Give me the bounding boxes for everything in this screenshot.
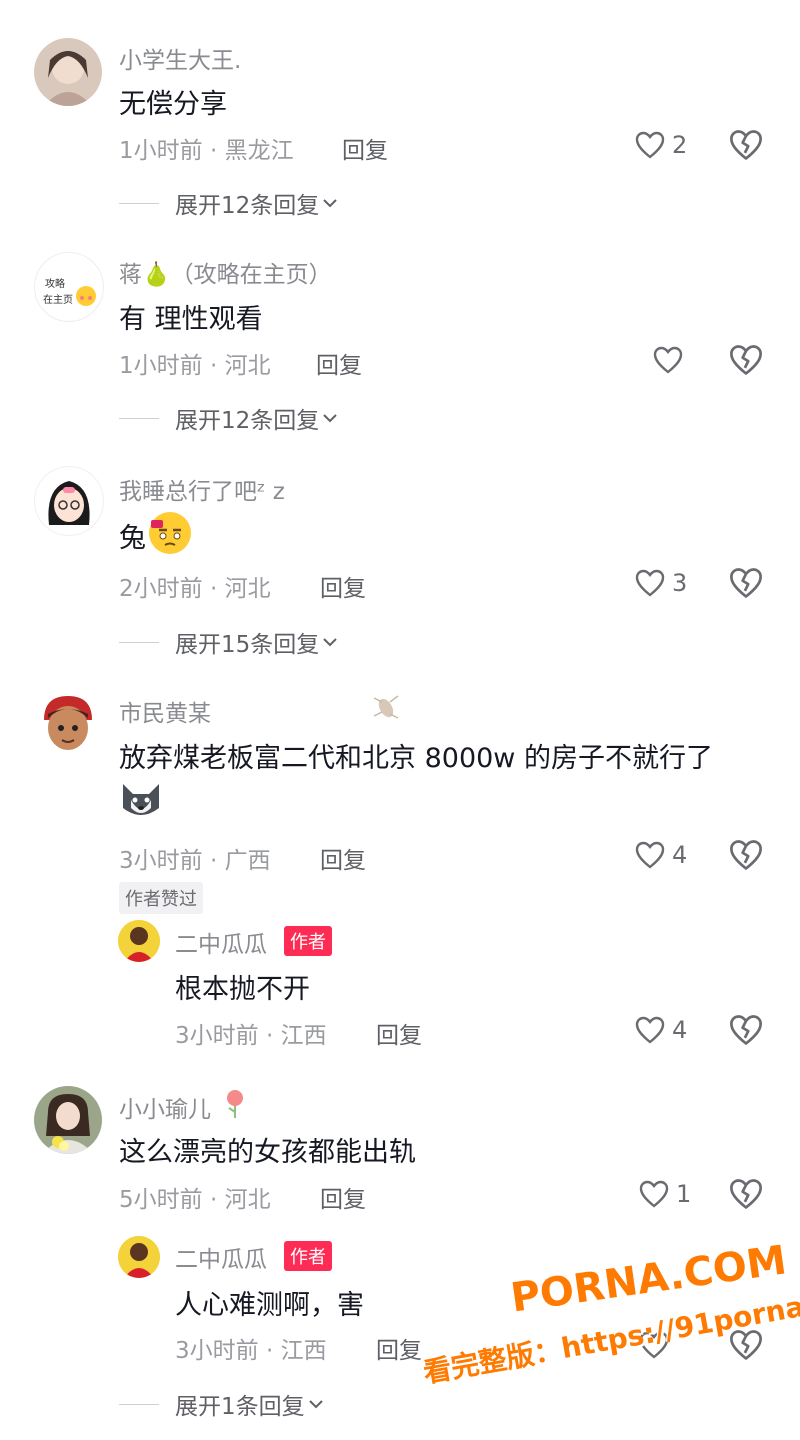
divider bbox=[119, 1403, 159, 1405]
expand-replies[interactable]: 展开12条回复 bbox=[119, 186, 341, 220]
like-button[interactable]: 4 bbox=[634, 837, 687, 873]
expand-replies-label: 展开12条回复 bbox=[175, 408, 320, 434]
like-count: 4 bbox=[672, 1016, 688, 1044]
comment-text: 有 理性观看 bbox=[119, 304, 263, 335]
comment-text: 兔 bbox=[119, 523, 146, 554]
reply-button[interactable]: 回复 bbox=[320, 841, 366, 875]
heart-icon bbox=[639, 1180, 669, 1208]
expand-replies[interactable]: 展开15条回复 bbox=[119, 625, 341, 659]
divider bbox=[119, 202, 159, 204]
chevron-down-icon bbox=[308, 1400, 323, 1409]
divider bbox=[119, 417, 159, 419]
broken-heart-icon[interactable] bbox=[728, 342, 764, 378]
heart-icon bbox=[653, 346, 683, 374]
like-count: 4 bbox=[672, 841, 688, 869]
comment-meta: 1小时前 · 河北 bbox=[119, 353, 271, 379]
comment-meta: 3小时前 · 广西 bbox=[119, 848, 271, 874]
avatar[interactable] bbox=[118, 1236, 160, 1278]
like-button[interactable]: 1 bbox=[638, 1176, 691, 1212]
reply-button[interactable]: 回复 bbox=[320, 569, 366, 603]
rose-icon bbox=[227, 1090, 243, 1118]
reply-text: 人心难测啊，害 bbox=[175, 1290, 364, 1321]
heart-icon bbox=[635, 569, 665, 597]
like-count: 2 bbox=[672, 131, 688, 159]
expand-replies-label: 展开1条回复 bbox=[175, 1394, 305, 1420]
expand-replies[interactable]: 展开12条回复 bbox=[119, 401, 341, 435]
author-badge: 作者 bbox=[284, 1241, 332, 1271]
like-count: 3 bbox=[672, 569, 688, 597]
comment-text: 放弃煤老板富二代和北京 8000w 的房子不就行了 bbox=[119, 743, 713, 774]
heart-icon bbox=[635, 131, 665, 159]
reply-username[interactable]: 二中瓜瓜 bbox=[175, 925, 267, 959]
comment-text: 无偿分享 bbox=[119, 89, 227, 120]
chevron-down-icon bbox=[323, 414, 337, 423]
chevron-down-icon bbox=[323, 638, 337, 647]
comment-username[interactable]: 市民黄某 bbox=[119, 694, 211, 728]
expand-replies-label: 展开15条回复 bbox=[175, 632, 320, 658]
like-count: 1 bbox=[676, 1180, 692, 1208]
broken-heart-icon[interactable] bbox=[728, 565, 764, 601]
avatar[interactable] bbox=[34, 1086, 102, 1154]
comment-text: 这么漂亮的女孩都能出轨 bbox=[119, 1137, 416, 1168]
avatar-text: 在主页 bbox=[43, 295, 73, 306]
reply-meta: 3小时前 · 江西 bbox=[175, 1023, 327, 1049]
avatar[interactable] bbox=[118, 920, 160, 962]
reply-button[interactable]: 回复 bbox=[376, 1016, 422, 1050]
broken-heart-icon[interactable] bbox=[728, 837, 764, 873]
expand-replies[interactable]: 展开1条回复 bbox=[119, 1387, 327, 1421]
like-button[interactable]: 3 bbox=[634, 565, 687, 601]
comment-meta: 2小时前 · 河北 bbox=[119, 576, 271, 602]
chevron-down-icon bbox=[323, 199, 337, 208]
avatar-text: 攻略 bbox=[45, 279, 65, 290]
heart-icon bbox=[635, 841, 665, 869]
reply-button[interactable]: 回复 bbox=[316, 346, 362, 380]
expand-replies-label: 展开12条回复 bbox=[175, 193, 320, 219]
author-badge: 作者 bbox=[284, 926, 332, 956]
avatar[interactable]: 攻略 在主页 bbox=[34, 252, 104, 322]
sleepy-emoji-icon bbox=[149, 512, 191, 554]
avatar[interactable] bbox=[34, 690, 102, 758]
heart-icon bbox=[635, 1016, 665, 1044]
comment-meta: 5小时前 · 河北 bbox=[119, 1187, 271, 1213]
cockroach-icon bbox=[373, 695, 399, 719]
author-liked-tag: 作者赞过 bbox=[119, 882, 203, 914]
broken-heart-icon[interactable] bbox=[728, 1012, 764, 1048]
reply-button[interactable]: 回复 bbox=[342, 131, 388, 165]
comment-username[interactable]: 蒋🍐（攻略在主页） bbox=[119, 255, 332, 289]
broken-heart-icon[interactable] bbox=[728, 127, 764, 163]
comment-username[interactable]: 我睡总行了吧ᶻ z bbox=[119, 472, 285, 506]
reply-text: 根本抛不开 bbox=[175, 974, 310, 1005]
like-button[interactable]: 4 bbox=[634, 1012, 687, 1048]
emoji-icon bbox=[76, 286, 96, 306]
reply-button[interactable]: 回复 bbox=[320, 1180, 366, 1214]
like-button[interactable]: 2 bbox=[634, 127, 687, 163]
comment-meta: 1小时前 · 黑龙江 bbox=[119, 138, 294, 164]
comment-username[interactable]: 小学生大王. bbox=[119, 41, 241, 75]
avatar[interactable] bbox=[34, 38, 102, 106]
reply-button[interactable]: 回复 bbox=[376, 1331, 422, 1365]
divider bbox=[119, 641, 159, 643]
reply-meta: 3小时前 · 江西 bbox=[175, 1338, 327, 1364]
comment-username[interactable]: 小小瑜儿 bbox=[119, 1090, 211, 1124]
husky-emoji-icon bbox=[123, 784, 159, 815]
like-button[interactable] bbox=[652, 342, 684, 378]
avatar[interactable] bbox=[34, 466, 104, 536]
reply-username[interactable]: 二中瓜瓜 bbox=[175, 1240, 267, 1274]
broken-heart-icon[interactable] bbox=[728, 1176, 764, 1212]
